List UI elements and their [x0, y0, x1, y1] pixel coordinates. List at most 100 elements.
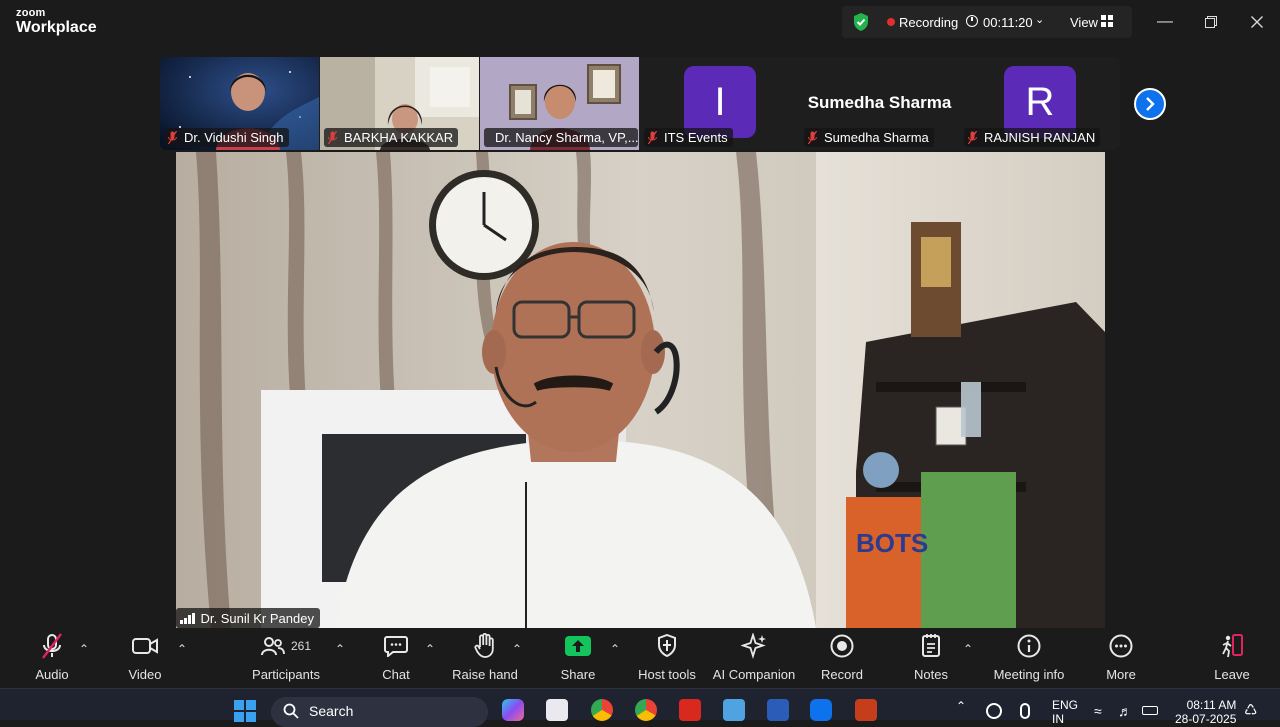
word-app-icon[interactable] [767, 699, 789, 721]
recording-label[interactable]: Recording [899, 15, 958, 30]
meeting-toolbar: Audio ⌃ Video ⌃ 261 Participants ⌃ Chat … [0, 628, 1280, 688]
chat-chevron-up-icon[interactable]: ⌃ [425, 642, 435, 656]
mic-muted-icon [808, 131, 817, 144]
raise-hand-chevron-up-icon[interactable]: ⌃ [512, 642, 522, 656]
participant-name: Dr. Nancy Sharma, VP,... [495, 130, 639, 145]
microphone-muted-icon [42, 633, 62, 659]
audio-label: Audio [35, 667, 69, 682]
tray-overflow-chevron-up-icon[interactable]: ⌃ [956, 699, 966, 713]
video-camera-icon [132, 638, 158, 654]
meeting-info-button[interactable]: Meeting info [990, 628, 1068, 688]
participants-count: 261 [290, 639, 312, 653]
audio-button[interactable]: Audio [27, 628, 77, 688]
video-options-chevron-up-icon[interactable]: ⌃ [177, 642, 187, 656]
snipping-tool-app-icon[interactable] [546, 699, 568, 721]
zoom-workplace-logo: zoom Workplace [16, 8, 97, 36]
restore-icon [1205, 16, 1217, 28]
view-button[interactable]: View [1070, 15, 1098, 30]
leave-door-icon [1222, 634, 1243, 658]
active-speaker-name-label: Dr. Sunil Kr Pandey [176, 608, 320, 628]
participant-name-label: RAJNISH RANJAN [964, 128, 1101, 147]
host-tools-label: Host tools [638, 667, 696, 682]
share-label: Share [560, 667, 596, 682]
host-tools-shield-icon [658, 634, 676, 658]
participant-name: BARKHA KAKKAR [344, 130, 454, 145]
ai-companion-sparkle-icon [741, 633, 766, 659]
participants-button[interactable]: 261 Participants [250, 628, 322, 688]
record-button[interactable]: Record [818, 628, 866, 688]
raise-hand-button[interactable]: Raise hand [450, 628, 520, 688]
participants-chevron-up-icon[interactable]: ⌃ [335, 642, 345, 656]
windows-taskbar: Search ⌃ ENG IN ≈ ♬ 08:11 AM 28-07-2025 … [0, 688, 1280, 727]
notes-chevron-up-icon[interactable]: ⌃ [963, 642, 973, 656]
notes-label: Notes [914, 667, 948, 682]
more-label: More [1106, 667, 1136, 682]
chat-label: Chat [382, 667, 410, 682]
gallery-next-button[interactable] [1134, 88, 1166, 120]
more-ellipsis-icon [1109, 634, 1133, 658]
share-button[interactable]: Share [558, 628, 598, 688]
chrome-app-icon[interactable] [591, 699, 613, 721]
participants-icon [260, 637, 285, 656]
participant-name-label: BARKHA KAKKAR [324, 128, 459, 147]
language-top: ENG [1052, 698, 1079, 712]
participant-tile-nancy[interactable]: Dr. Nancy Sharma, VP,... [480, 57, 639, 150]
meeting-info-label: Meeting info [993, 667, 1065, 682]
title-bar: zoom Workplace Recording 00:11:20 ⌄ View… [0, 0, 1280, 44]
share-chevron-up-icon[interactable]: ⌃ [610, 642, 620, 656]
zoom-app-icon[interactable] [810, 699, 832, 721]
leave-button[interactable]: Leave [1212, 628, 1252, 688]
ai-companion-button[interactable]: AI Companion [712, 628, 796, 688]
active-speaker-video[interactable]: BOTS [176, 152, 1105, 628]
acrobat-app-icon[interactable] [679, 699, 701, 721]
participant-tile-vidushi[interactable]: Dr. Vidushi Singh [160, 57, 319, 150]
raise-hand-icon [474, 633, 494, 658]
participant-tile-barkha[interactable]: BARKHA KAKKAR [320, 57, 479, 150]
windows-start-icon[interactable] [234, 700, 256, 722]
info-icon [1017, 634, 1041, 658]
wifi-icon[interactable]: ≈ [1094, 703, 1102, 719]
mic-muted-icon [168, 131, 177, 144]
video-button[interactable]: Video [120, 628, 170, 688]
participant-tile-sumedha[interactable]: Sumedha Sharma Sumedha Sharma [800, 57, 959, 150]
share-screen-icon [565, 636, 591, 656]
grid-view-icon[interactable] [1101, 15, 1113, 27]
restore-button[interactable] [1196, 8, 1226, 36]
sync-icon[interactable] [986, 703, 1002, 719]
language-indicator[interactable]: ENG IN [1052, 698, 1078, 726]
notification-bell-icon[interactable]: ♺ [1244, 701, 1257, 719]
host-tools-button[interactable]: Host tools [636, 628, 698, 688]
speaker-video-feed: BOTS [176, 152, 1105, 628]
close-button[interactable] [1242, 8, 1272, 36]
copilot-app-icon[interactable] [502, 699, 524, 721]
microphone-tray-icon[interactable] [1020, 703, 1030, 719]
record-label: Record [821, 667, 863, 682]
taskbar-clock[interactable]: 08:11 AM 28-07-2025 [1175, 698, 1236, 726]
battery-icon[interactable] [1142, 706, 1158, 715]
chat-button[interactable]: Chat [376, 628, 416, 688]
notes-button[interactable]: Notes [910, 628, 952, 688]
timer-chevron-down-icon[interactable]: ⌄ [1035, 13, 1044, 26]
recording-dot-icon [887, 18, 895, 26]
logo-zoom-text: zoom [16, 7, 46, 19]
more-button[interactable]: More [1100, 628, 1142, 688]
notepad-app-icon[interactable] [723, 699, 745, 721]
search-icon [283, 703, 299, 719]
leave-label: Leave [1214, 667, 1250, 682]
security-shield-icon[interactable] [852, 12, 870, 32]
mic-muted-icon [968, 131, 977, 144]
meeting-timer[interactable]: 00:11:20 [983, 15, 1033, 30]
participants-label: Participants [252, 667, 320, 682]
taskbar-search-box[interactable]: Search [271, 697, 488, 727]
participant-name-label: ITS Events [644, 128, 733, 147]
participant-tile-its-events[interactable]: I ITS Events [640, 57, 799, 150]
mic-muted-icon [328, 131, 337, 144]
volume-icon[interactable]: ♬ [1118, 703, 1132, 719]
participant-tile-rajnish[interactable]: R RAJNISH RANJAN [960, 57, 1119, 150]
participant-name: ITS Events [664, 130, 728, 145]
audio-options-chevron-up-icon[interactable]: ⌃ [79, 642, 89, 656]
minimize-button[interactable]: — [1150, 8, 1180, 36]
chrome-profile-app-icon[interactable] [635, 699, 657, 721]
ai-companion-label: AI Companion [712, 667, 796, 682]
powerpoint-app-icon[interactable] [855, 699, 877, 721]
